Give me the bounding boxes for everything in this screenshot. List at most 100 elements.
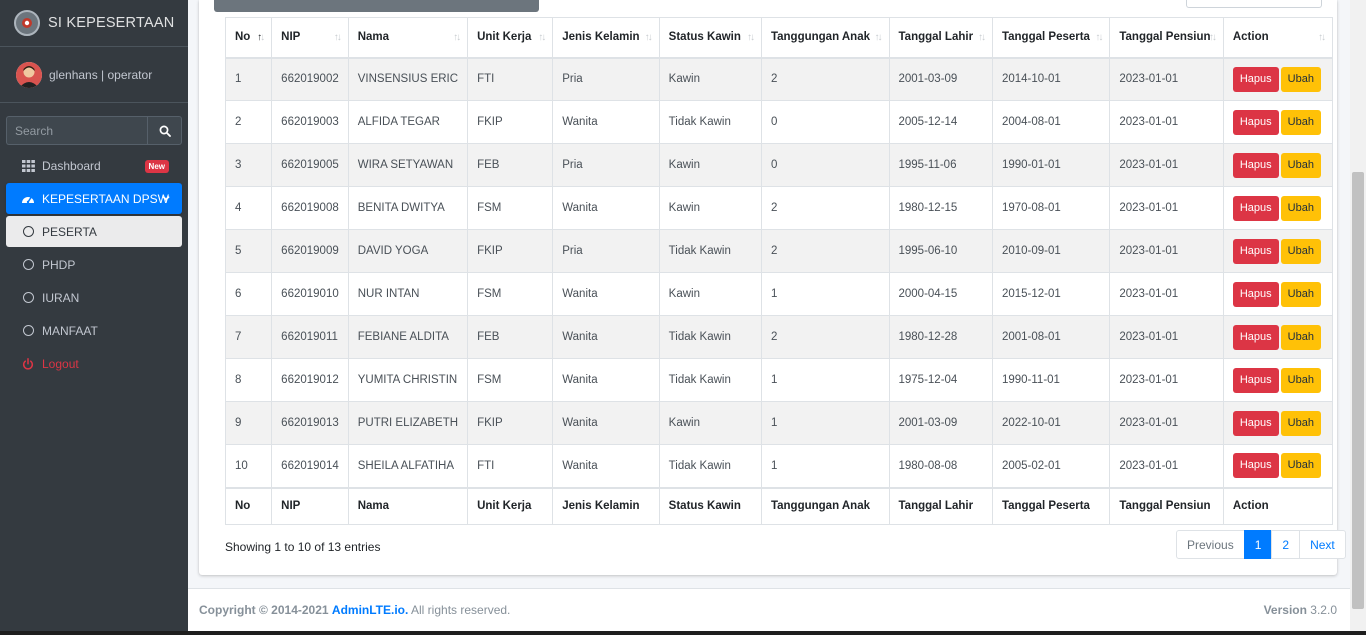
sidebar-item-peserta[interactable]: PESERTA bbox=[6, 216, 182, 247]
table-cell: 2023-01-01 bbox=[1109, 100, 1224, 144]
column-header[interactable]: Tanggal Lahir ↑↓ bbox=[888, 17, 993, 59]
user-panel[interactable]: glenhans | operator bbox=[0, 47, 188, 103]
ubah-button[interactable]: Ubah bbox=[1280, 195, 1321, 221]
table-cell: Wanita bbox=[552, 401, 660, 445]
table-cell: 1 bbox=[760, 444, 890, 488]
table-cell: Wanita bbox=[552, 358, 660, 402]
column-header[interactable]: Tanggungan Anak ↑↓ bbox=[760, 17, 890, 59]
column-footer: Status Kawin bbox=[658, 486, 762, 525]
hapus-button[interactable]: Hapus bbox=[1232, 195, 1279, 221]
hapus-button[interactable]: Hapus bbox=[1232, 152, 1279, 178]
column-header-label: Nama bbox=[357, 31, 390, 44]
column-header[interactable]: No ↑↓ bbox=[224, 17, 273, 59]
column-footer: Unit Kerja bbox=[467, 486, 554, 525]
column-header[interactable]: Tanggal Pensiun ↑↓ bbox=[1109, 17, 1224, 59]
sidebar-item-iuran[interactable]: IURAN bbox=[6, 282, 182, 313]
sort-icon: ↑↓ bbox=[1095, 32, 1103, 43]
table-row: 6 662019010 NUR INTAN FSM Wanita Kawin 1 2000-0… bbox=[224, 272, 1334, 316]
table-body: 1 662019002 VINSENSIUS ERIC FTI Pria Kawin 2 20… bbox=[224, 57, 1334, 488]
sort-icon: ↑↓ bbox=[746, 32, 755, 43]
page-scrollbar[interactable] bbox=[1350, 0, 1366, 635]
sidebar-item-phdp[interactable]: PHDP bbox=[6, 249, 182, 280]
adminlte-link[interactable]: AdminLTE.io. bbox=[332, 603, 408, 617]
page-2-button[interactable]: 2 bbox=[1271, 530, 1301, 559]
table-cell: 2023-01-01 bbox=[1109, 57, 1224, 101]
column-header[interactable]: Action ↑↓ bbox=[1222, 17, 1334, 59]
bottom-edge bbox=[0, 631, 1366, 635]
hapus-button[interactable]: Hapus bbox=[1232, 367, 1279, 393]
column-header[interactable]: Nama ↑↓ bbox=[347, 17, 469, 59]
table-cell: 2001-03-09 bbox=[888, 57, 993, 101]
column-header-label: Jenis Kelamin bbox=[562, 31, 640, 44]
search-button[interactable] bbox=[147, 116, 182, 145]
table-cell: 2022-10-01 bbox=[991, 401, 1111, 445]
table-search-edge[interactable] bbox=[1186, 0, 1322, 8]
ubah-button[interactable]: Ubah bbox=[1280, 109, 1321, 135]
column-header[interactable]: Status Kawin ↑↓ bbox=[658, 17, 762, 59]
grid-icon bbox=[21, 159, 35, 172]
table-cell: FEB bbox=[467, 143, 554, 187]
ubah-button[interactable]: Ubah bbox=[1280, 66, 1321, 92]
action-cell: Hapus Ubah bbox=[1222, 229, 1334, 273]
sort-icon: ↑↓ bbox=[1318, 32, 1326, 43]
column-header[interactable]: Tanggal Peserta ↑↓ bbox=[991, 17, 1111, 59]
table-cell: 10 bbox=[224, 444, 273, 488]
brand-title: SI KEPESERTAAN bbox=[48, 15, 175, 31]
table-row: 8 662019012 YUMITA CHRISTIN FSM Wanita Tidak … bbox=[224, 358, 1334, 402]
hapus-button[interactable]: Hapus bbox=[1232, 281, 1279, 307]
sidebar-item-dashboard[interactable]: Dashboard New bbox=[6, 150, 182, 181]
hapus-button[interactable]: Hapus bbox=[1232, 238, 1279, 264]
ubah-button[interactable]: Ubah bbox=[1280, 410, 1321, 436]
table-cell: 1980-08-08 bbox=[888, 444, 993, 488]
brand-link[interactable]: SI KEPESERTAAN bbox=[0, 0, 188, 47]
table-cell: 1995-06-10 bbox=[888, 229, 993, 273]
action-cell: Hapus Ubah bbox=[1222, 315, 1334, 359]
table-cell: 1 bbox=[760, 358, 890, 402]
hapus-button[interactable]: Hapus bbox=[1232, 66, 1279, 92]
sidebar-item-logout[interactable]: Logout bbox=[6, 348, 182, 379]
sort-icon: ↑↓ bbox=[977, 32, 986, 43]
search-input[interactable] bbox=[6, 116, 147, 145]
table-cell: 2 bbox=[760, 57, 890, 101]
main-footer: Copyright © 2014-2021 AdminLTE.io. All r… bbox=[188, 588, 1350, 631]
table-cell: 2005-12-14 bbox=[888, 100, 993, 144]
column-header[interactable]: Unit Kerja ↑↓ bbox=[467, 17, 554, 59]
table-cell: 2023-01-01 bbox=[1109, 229, 1224, 273]
power-icon bbox=[21, 357, 35, 370]
sidebar-item-label: Dashboard bbox=[42, 158, 101, 173]
table-cell: 0 bbox=[760, 143, 890, 187]
table-cell: 662019011 bbox=[271, 315, 349, 359]
table-cell: WIRA SETYAWAN bbox=[347, 143, 469, 187]
ubah-button[interactable]: Ubah bbox=[1280, 238, 1321, 264]
hapus-button[interactable]: Hapus bbox=[1232, 109, 1279, 135]
sidebar-item-manfaat[interactable]: MANFAAT bbox=[6, 315, 182, 346]
column-footer: Jenis Kelamin bbox=[552, 486, 660, 525]
sidebar-item-kepesertaan[interactable]: KEPESERTAAN DPSW bbox=[6, 183, 182, 214]
column-footer: Nama bbox=[347, 486, 469, 525]
next-button[interactable]: Next bbox=[1299, 530, 1346, 559]
ubah-button[interactable]: Ubah bbox=[1280, 281, 1321, 307]
table-cell: 1980-12-28 bbox=[888, 315, 993, 359]
pagination: Previous 1 2 Next bbox=[1176, 530, 1346, 559]
table-row: 7 662019011 FEBIANE ALDITA FEB Wanita Tidak K… bbox=[224, 315, 1334, 359]
ubah-button[interactable]: Ubah bbox=[1280, 367, 1321, 393]
rights-text: All rights reserved. bbox=[411, 603, 511, 617]
table-cell: 2023-01-01 bbox=[1109, 358, 1224, 402]
hapus-button[interactable]: Hapus bbox=[1232, 453, 1279, 479]
hapus-button[interactable]: Hapus bbox=[1232, 324, 1279, 350]
column-header[interactable]: Jenis Kelamin ↑↓ bbox=[552, 17, 660, 59]
action-cell: Hapus Ubah bbox=[1222, 57, 1334, 101]
previous-button[interactable]: Previous bbox=[1176, 530, 1245, 559]
column-header[interactable]: NIP ↑↓ bbox=[271, 17, 349, 59]
table-cell: Kawin bbox=[658, 143, 762, 187]
export-buttons-edge[interactable] bbox=[214, 0, 539, 12]
ubah-button[interactable]: Ubah bbox=[1280, 453, 1321, 479]
hapus-button[interactable]: Hapus bbox=[1232, 410, 1279, 436]
scrollbar-thumb[interactable] bbox=[1352, 172, 1364, 609]
chevron-down-icon bbox=[161, 192, 171, 206]
circle-icon bbox=[21, 325, 35, 336]
page-1-button[interactable]: 1 bbox=[1243, 530, 1273, 559]
ubah-button[interactable]: Ubah bbox=[1280, 152, 1321, 178]
table-cell: 2000-04-15 bbox=[888, 272, 993, 316]
ubah-button[interactable]: Ubah bbox=[1280, 324, 1321, 350]
